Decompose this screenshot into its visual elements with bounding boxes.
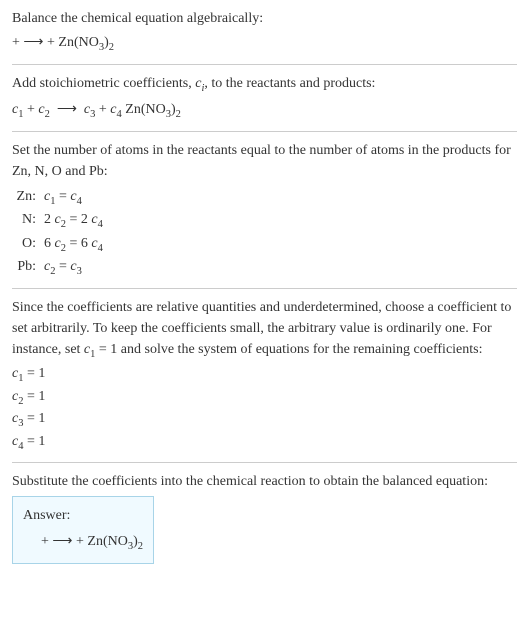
atom-equation: 6 c2 = 6 c4 <box>44 233 517 257</box>
step1-equation: + ⟶ + Zn(NO3)2 <box>12 31 517 56</box>
coeff-row: c2 = 1 <box>12 387 517 409</box>
compound-text: Zn(NO <box>122 102 166 117</box>
eq-left: + <box>41 534 52 549</box>
step2-heading-prefix: Add stoichiometric coefficients, <box>12 76 195 91</box>
eq-left: + <box>12 35 23 50</box>
step1-heading: Balance the chemical equation algebraica… <box>12 8 517 29</box>
divider <box>12 288 517 289</box>
step4-heading-suffix: = 1 and solve the system of equations fo… <box>95 342 482 357</box>
coeff-row: c1 = 1 <box>12 364 517 386</box>
step2-heading-suffix: , to the reactants and products: <box>204 76 375 91</box>
step4-heading: Since the coefficients are relative quan… <box>12 297 517 363</box>
atom-equation: c1 = c4 <box>44 186 517 210</box>
compound-sub2: 2 <box>176 109 181 120</box>
sub-b: 4 <box>98 243 103 254</box>
atom-row-pb: Pb: c2 = c3 <box>12 256 517 280</box>
coeff-val: = 1 <box>23 389 45 404</box>
compound-sub2: 2 <box>138 541 143 552</box>
answer-equation: + ⟶ + Zn(NO3)2 <box>23 530 143 555</box>
atom-row-o: O: 6 c2 = 6 c4 <box>12 233 517 257</box>
atom-label: N: <box>12 209 44 230</box>
coeff-val: = 1 <box>23 366 45 381</box>
step2-section: Add stoichiometric coefficients, ci, to … <box>12 73 517 123</box>
atom-row-n: N: 2 c2 = 2 c4 <box>12 209 517 233</box>
coeff-row: c3 = 1 <box>12 409 517 431</box>
answer-label: Answer: <box>23 505 143 526</box>
eq-sign: = <box>55 259 70 274</box>
atom-row-zn: Zn: c1 = c4 <box>12 186 517 210</box>
eq-sign: = 6 <box>66 236 91 251</box>
atom-label: O: <box>12 233 44 254</box>
coeff-val: = 1 <box>23 434 45 449</box>
sub-b: 4 <box>77 195 82 206</box>
prefix-a: 2 <box>44 212 55 227</box>
eq-sign: = <box>55 189 70 204</box>
coefficient-list: c1 = 1 c2 = 1 c3 = 1 c4 = 1 <box>12 364 517 454</box>
arrow-icon: ⟶ <box>52 532 72 548</box>
atom-label: Pb: <box>12 256 44 277</box>
plus1: + <box>23 102 38 117</box>
coeff-row: c4 = 1 <box>12 432 517 454</box>
sub-b: 4 <box>98 219 103 230</box>
step4-section: Since the coefficients are relative quan… <box>12 297 517 454</box>
step5-section: Substitute the coefficients into the che… <box>12 471 517 564</box>
answer-box: Answer: + ⟶ + Zn(NO3)2 <box>12 496 154 564</box>
divider <box>12 64 517 65</box>
coeff-val: = 1 <box>23 411 45 426</box>
sub-b: 3 <box>77 266 82 277</box>
arrow-icon: ⟶ <box>57 100 77 116</box>
c2-sub: 2 <box>45 109 50 120</box>
step5-heading: Substitute the coefficients into the che… <box>12 471 517 492</box>
step3-heading: Set the number of atoms in the reactants… <box>12 140 517 182</box>
divider <box>12 462 517 463</box>
arrow-icon: ⟶ <box>23 33 43 49</box>
atom-equation: 2 c2 = 2 c4 <box>44 209 517 233</box>
atom-label: Zn: <box>12 186 44 207</box>
compound-text: Zn(NO <box>87 534 127 549</box>
plus2: + <box>95 102 110 117</box>
step3-section: Set the number of atoms in the reactants… <box>12 140 517 280</box>
eq-right-prefix: + <box>76 534 87 549</box>
compound-text: Zn(NO <box>58 35 98 50</box>
prefix-a: 6 <box>44 236 55 251</box>
eq-right-prefix: + <box>47 35 58 50</box>
atom-equation: c2 = c3 <box>44 256 517 280</box>
eq-sign: = 2 <box>66 212 91 227</box>
step2-heading: Add stoichiometric coefficients, ci, to … <box>12 73 517 97</box>
divider <box>12 131 517 132</box>
step1-section: Balance the chemical equation algebraica… <box>12 8 517 56</box>
step2-equation: c1 + c2 ⟶ c3 + c4 Zn(NO3)2 <box>12 98 517 123</box>
compound-sub2: 2 <box>109 42 114 53</box>
atom-balance-table: Zn: c1 = c4 N: 2 c2 = 2 c4 O: 6 c2 = 6 c… <box>12 186 517 280</box>
